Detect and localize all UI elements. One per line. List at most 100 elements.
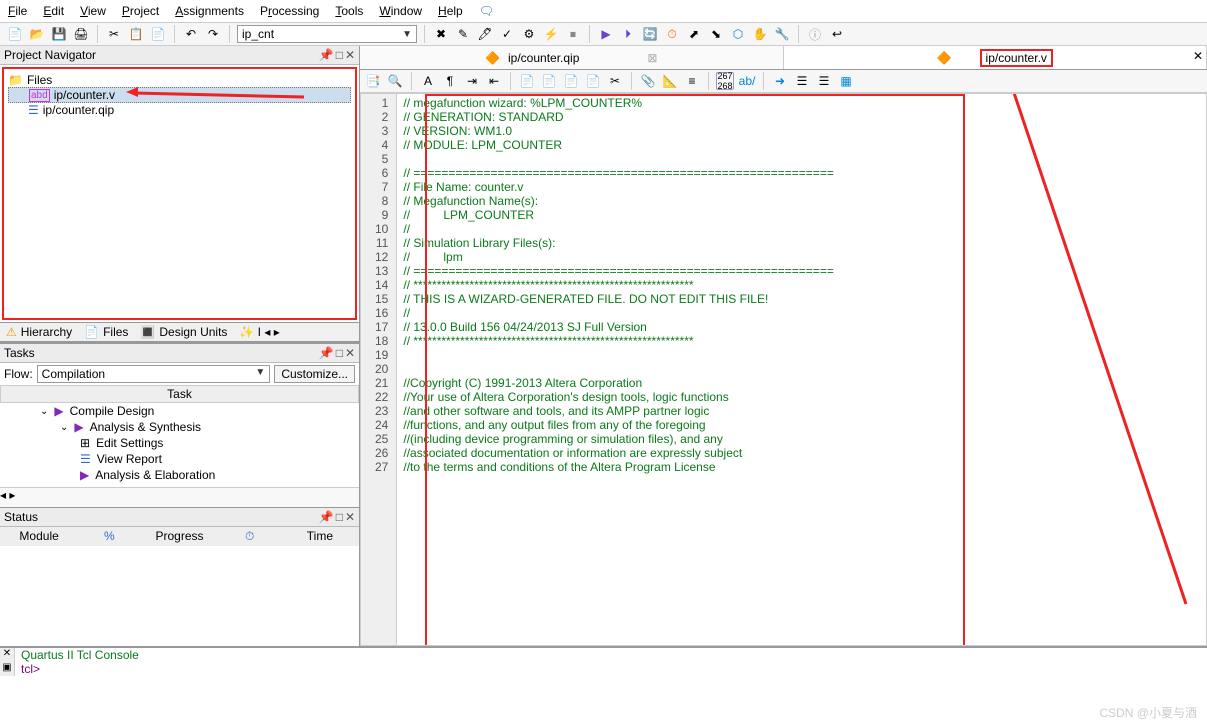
tool-icon[interactable]: ✂ (606, 72, 624, 90)
save-icon[interactable]: 💾 (50, 25, 68, 43)
menu-project[interactable]: Project (122, 4, 159, 18)
new-icon[interactable]: 📄 (6, 25, 24, 43)
tool-icon[interactable]: ⚙ (520, 25, 538, 43)
hierarchy-tab[interactable]: ⚠Hierarchy (0, 323, 78, 341)
menu-help[interactable]: Help (438, 4, 463, 18)
design-units-tab[interactable]: 🔳Design Units (134, 323, 233, 341)
play-icon: ▶ (74, 420, 83, 434)
tool-icon[interactable]: ⬡ (729, 25, 747, 43)
file-item-counter-v[interactable]: abd ip/counter.v (8, 87, 351, 103)
maximize-icon[interactable]: □ (336, 48, 343, 62)
close-icon[interactable]: ✕ (345, 346, 355, 360)
close-tab-icon[interactable]: ✕ (1193, 49, 1203, 63)
stop-icon[interactable]: ⏹ (564, 25, 582, 43)
menu-assignments[interactable]: Assignments (175, 4, 244, 18)
file-icon: 📄 (84, 325, 99, 339)
pin-icon[interactable]: 📌 (319, 510, 334, 524)
customize-button[interactable]: Customize... (274, 365, 355, 383)
timer-icon[interactable]: ⏱ (663, 25, 681, 43)
tab-counter-qip[interactable]: 🔶 ip/counter.qip ⊠ (360, 46, 784, 69)
code-editor[interactable]: 1234567891011121314151617181920212223242… (360, 93, 1207, 646)
close-icon[interactable]: ✕ (345, 48, 355, 62)
menu-tools[interactable]: Tools (335, 4, 363, 18)
menu-processing[interactable]: Processing (260, 4, 319, 18)
tool-icon[interactable]: ⏵ (619, 25, 637, 43)
project-combo[interactable]: ip_cnt ▼ (237, 25, 417, 43)
tool-icon[interactable]: 🖊 (476, 25, 494, 43)
redo-icon[interactable]: ↷ (204, 25, 222, 43)
indent-icon[interactable]: ⇥ (463, 72, 481, 90)
files-root[interactable]: 📁 Files (8, 73, 351, 87)
tool-icon[interactable]: 🔄 (641, 25, 659, 43)
navigator-tabs: ⚠Hierarchy 📄Files 🔳Design Units ✨ I ◂ ▸ (0, 322, 359, 342)
tool-icon[interactable]: ✓ (498, 25, 516, 43)
tool-icon[interactable]: ab/ (738, 72, 756, 90)
cut-icon[interactable]: ✂ (105, 25, 123, 43)
task-analysis[interactable]: ⌄▶Analysis & Synthesis (0, 419, 359, 435)
tool-icon[interactable]: ☰ (793, 72, 811, 90)
tool-icon[interactable]: 📄 (518, 72, 536, 90)
tool-icon[interactable]: ➜ (771, 72, 789, 90)
task-elaboration[interactable]: ▶Analysis & Elaboration (0, 467, 359, 483)
info-icon[interactable]: ⓘ (806, 25, 824, 43)
tool-icon[interactable]: 📐 (661, 72, 679, 90)
more-tabs[interactable]: ✨ I ◂ ▸ (233, 323, 285, 341)
tool-icon[interactable]: 📄 (562, 72, 580, 90)
status-title: Status (4, 510, 38, 524)
run-icon[interactable]: ▶ (597, 25, 615, 43)
tool-icon[interactable]: 📄 (540, 72, 558, 90)
maximize-icon[interactable]: □ (336, 346, 343, 360)
undo-icon[interactable]: ↶ (182, 25, 200, 43)
tool-icon[interactable]: A (419, 72, 437, 90)
console-prompt[interactable]: tcl> (15, 662, 1207, 676)
search-icon[interactable]: 🗨 (479, 4, 494, 18)
close-icon[interactable]: ✕ (345, 510, 355, 524)
project-navigator-tree: 📁 Files abd ip/counter.v ☰ ip/counter.qi… (2, 67, 357, 320)
task-compile-design[interactable]: ⌄▶Compile Design (0, 403, 359, 419)
editor-toolbar: 📑 🔍 A ¶ ⇥ ⇤ 📄 📄 📄 📄 ✂ 📎 📐 ≡ 267268 ab/ ➜… (360, 70, 1207, 93)
print-icon[interactable]: 🖨 (72, 25, 90, 43)
tool-icon[interactable]: ↩ (828, 25, 846, 43)
maximize-icon[interactable]: □ (336, 510, 343, 524)
menu-edit[interactable]: Edit (43, 4, 64, 18)
find-icon[interactable]: 🔍 (386, 72, 404, 90)
line-gutter: 1234567891011121314151617181920212223242… (361, 94, 397, 645)
menu-bar: File Edit View Project Assignments Proce… (0, 0, 1207, 23)
file-item-counter-qip[interactable]: ☰ ip/counter.qip (8, 103, 351, 117)
file-icon: abd (29, 89, 50, 102)
menu-view[interactable]: View (80, 4, 106, 18)
tool-icon[interactable]: 📑 (364, 72, 382, 90)
pin-icon[interactable]: 📌 (319, 346, 334, 360)
tool-icon[interactable]: ≡ (683, 72, 701, 90)
files-root-label: Files (27, 73, 52, 87)
tool-icon[interactable]: ⚡ (542, 25, 560, 43)
tool-icon[interactable]: ✎ (454, 25, 472, 43)
pin-icon[interactable]: 📌 (319, 48, 334, 62)
tool-icon[interactable]: ✖ (432, 25, 450, 43)
tool-icon[interactable]: ⬊ (707, 25, 725, 43)
attach-icon[interactable]: 📎 (639, 72, 657, 90)
tool-icon[interactable]: ⬈ (685, 25, 703, 43)
menu-file[interactable]: File (8, 4, 27, 18)
task-scrollbar[interactable]: ◂ ▸ (0, 487, 359, 507)
tool-icon[interactable]: ☰ (815, 72, 833, 90)
tool-icon[interactable]: ✋ (751, 25, 769, 43)
flow-combo[interactable]: Compilation ▼ (37, 365, 271, 383)
expand-icon[interactable]: ▣ (0, 662, 14, 676)
tool-icon[interactable]: ¶ (441, 72, 459, 90)
tool-icon[interactable]: 267268 (716, 72, 734, 90)
task-edit-settings[interactable]: ⊞Edit Settings (0, 435, 359, 451)
menu-window[interactable]: Window (379, 4, 422, 18)
tool-icon[interactable]: ▦ (837, 72, 855, 90)
files-tab[interactable]: 📄Files (78, 323, 134, 341)
tool-icon[interactable]: 📄 (584, 72, 602, 90)
close-tab-icon[interactable]: ⊠ (647, 51, 657, 65)
tab-counter-v[interactable]: 🔶 ip/counter.v (784, 46, 1207, 69)
copy-icon[interactable]: 📋 (127, 25, 145, 43)
open-icon[interactable]: 📂 (28, 25, 46, 43)
close-icon[interactable]: ✕ (0, 648, 14, 662)
tool-icon[interactable]: 🔧 (773, 25, 791, 43)
paste-icon[interactable]: 📄 (149, 25, 167, 43)
outdent-icon[interactable]: ⇤ (485, 72, 503, 90)
task-view-report[interactable]: ☰View Report (0, 451, 359, 467)
